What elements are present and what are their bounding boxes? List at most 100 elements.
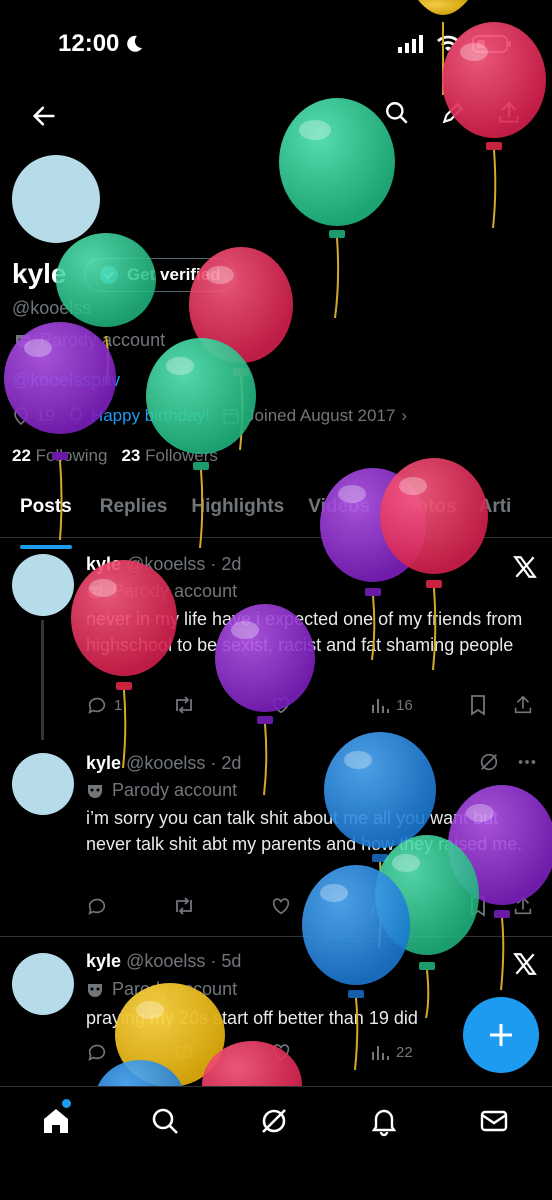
follow-counts: 22 Following 23 Followers [12,446,218,466]
profile-handle: @kooelss [12,298,92,318]
battery-icon [472,35,511,53]
post-item[interactable]: kyle @kooelss · 5d Parody account prayin… [0,937,552,1086]
birthday-text: Happy birthday! [90,406,210,425]
post-time: · 2d [210,554,242,574]
signal-icon [398,35,423,53]
location-icon [14,407,28,425]
location-text: 19 [36,406,55,425]
post-header: kyle @kooelss · 5d [86,951,241,972]
post-author-handle: @kooelss [126,753,206,773]
like-button[interactable] [270,895,370,917]
following-link[interactable]: 22 Following [12,446,107,466]
back-arrow-icon[interactable] [30,102,58,130]
post-item[interactable]: kyle @kooelss · 2d Parody account never … [0,538,552,740]
messages-icon[interactable] [478,1105,510,1137]
search-icon[interactable] [384,100,410,126]
views-icon [372,900,389,914]
profile-meta: 19 Happy birthday! Joined August 2017 › [12,406,407,426]
search-icon[interactable] [149,1105,181,1137]
profile-avatar[interactable] [12,155,100,243]
reply-button[interactable]: 1 [86,694,172,716]
more-icon[interactable] [516,751,538,773]
views-icon [372,699,389,713]
notifications-icon[interactable] [368,1105,400,1137]
like-icon [272,1044,290,1061]
following-count: 22 [12,446,31,465]
post-item[interactable]: kyle @kooelss · 2d Parody account i’m so… [0,737,552,937]
bookmark-icon [471,896,485,917]
retweet-button[interactable] [172,895,270,917]
calendar-icon [223,409,239,424]
retweet-button[interactable] [172,1041,270,1063]
wifi-icon [437,35,459,51]
profile-birthday: Happy birthday! [67,406,210,426]
reply-icon [88,1044,106,1061]
profile-bio-link[interactable]: @kooelsspriv [12,370,120,391]
x-logo-icon [513,953,537,975]
retweet-icon [176,696,192,714]
chevron-right-icon: › [401,406,408,425]
status-time: 12:00 [58,30,120,57]
like-button[interactable] [270,694,370,716]
parody-text: Parody account [40,330,166,350]
plus-icon [490,1024,512,1046]
post-author-handle: @kooelss [126,554,206,574]
profile-parody-label: Parody account [14,330,165,351]
post-avatar[interactable] [12,753,74,815]
retweet-icon [176,1043,192,1061]
home-icon[interactable] [40,1105,72,1137]
views-button[interactable] [370,896,468,916]
tab-highlights[interactable]: Highlights [191,486,284,537]
joined-text: Joined August 2017 [246,406,396,425]
share-button[interactable] [512,694,534,716]
post-header: kyle @kooelss · 2d [86,753,241,774]
bookmark-icon [471,695,485,716]
bookmark-button[interactable] [468,694,512,716]
followers-count: 23 [121,446,141,465]
post-author-handle: @kooelss [126,951,206,971]
profile-tabs: Posts Replies Highlights Videos Photos A… [0,486,552,549]
grok-icon[interactable] [258,1105,290,1137]
post-avatar[interactable] [12,953,74,1015]
like-button[interactable] [270,1041,370,1063]
get-verified-button[interactable]: Get verified [84,258,236,292]
post-parody-label: Parody account [86,581,237,602]
post-author-name: kyle [86,951,122,971]
views-count: 16 [396,696,413,714]
views-count: 22 [396,1043,413,1061]
reply-button[interactable] [86,1041,172,1063]
views-button[interactable]: 22 [370,1042,468,1062]
edit-icon[interactable] [440,100,466,126]
compose-post-button[interactable] [463,997,539,1073]
tab-articles[interactable]: Arti [479,486,512,537]
bottom-navigation [0,1086,552,1200]
share-icon[interactable] [496,100,522,126]
share-icon [514,896,532,915]
views-button[interactable]: 16 [370,695,468,715]
moon-icon [127,35,142,52]
profile-joined[interactable]: Joined August 2017 › [222,406,407,426]
tab-photos[interactable]: Photos [392,486,456,537]
retweet-button[interactable] [172,694,270,716]
bookmark-button[interactable] [468,895,512,917]
reply-button[interactable] [86,895,172,917]
post-time: · 2d [210,753,242,773]
profile-top-bar [0,96,552,136]
followers-link[interactable]: 23 Followers [121,446,217,466]
tab-replies[interactable]: Replies [100,486,168,537]
post-actions [86,895,536,917]
post-avatar[interactable] [12,554,74,616]
thread-line [41,620,44,740]
status-bar: 12:00 [0,0,552,90]
status-icons [398,34,512,54]
post-parody-text: Parody account [112,581,238,601]
tab-videos[interactable]: Videos [308,486,370,537]
reply-count: 1 [114,696,123,714]
share-button[interactable] [512,895,534,917]
grok-icon[interactable] [478,751,500,773]
like-icon [272,898,290,915]
get-verified-label: Get verified [127,265,221,284]
post-parody-text: Parody account [112,780,238,800]
tab-posts[interactable]: Posts [20,486,72,549]
parody-mask-icon [88,983,102,997]
